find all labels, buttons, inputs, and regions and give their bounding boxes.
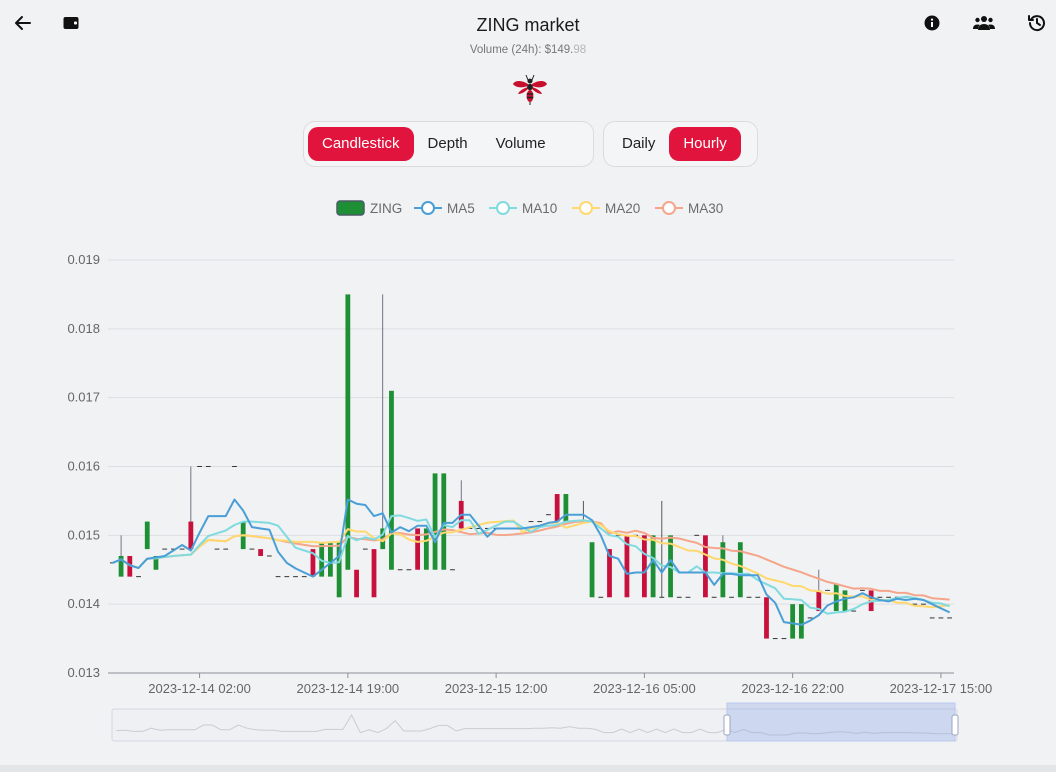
x-tick-label: 2023-12-14 02:00 <box>148 681 251 696</box>
legend-label-ma5: MA5 <box>447 200 475 216</box>
y-tick-label: 0.013 <box>67 665 100 680</box>
y-tick-label: 0.019 <box>67 252 100 267</box>
y-tick-label: 0.016 <box>67 459 100 474</box>
x-tick-label: 2023-12-14 19:00 <box>297 681 400 696</box>
legend-label-zing: ZING <box>370 200 403 216</box>
users-button[interactable] <box>971 10 997 36</box>
volume-label: Volume (24h): $149. <box>469 44 574 56</box>
legend-item-ma30[interactable]: MA30 <box>655 198 723 218</box>
info-icon <box>924 15 940 31</box>
x-axis: 2023-12-14 02:00 2023-12-14 19:00 2023-12-… <box>148 673 992 696</box>
candlestick-chart[interactable]: 0.013 0.014 0.015 0.016 0.017 0.018 0.019 2023… <box>0 240 1056 760</box>
candle-body <box>432 473 438 570</box>
zoom-selection <box>726 702 956 742</box>
y-tick-label: 0.017 <box>67 390 100 405</box>
candle-body <box>441 473 447 570</box>
candle-body <box>258 549 264 556</box>
info-button[interactable] <box>919 10 945 36</box>
wasp-logo-icon <box>512 74 548 106</box>
tab-volume[interactable]: Volume <box>482 127 560 161</box>
candle-body <box>842 590 848 612</box>
legend-item-ma20[interactable]: MA20 <box>572 198 640 218</box>
legend-label-ma20: MA20 <box>605 200 641 216</box>
history-icon <box>1028 15 1045 32</box>
candle-body <box>389 390 394 570</box>
ma10-line <box>112 514 950 615</box>
ma30-line <box>112 520 950 601</box>
candle-body <box>563 494 569 522</box>
legend-label-ma30: MA30 <box>688 200 724 216</box>
tab-hourly[interactable]: Hourly <box>669 127 741 161</box>
legend-swatch-ma20 <box>572 201 600 215</box>
y-tick-label: 0.015 <box>67 527 100 542</box>
legend-swatch-ma30 <box>655 201 683 215</box>
candle-body <box>144 521 150 550</box>
candle-body <box>589 542 595 598</box>
y-tick-label: 0.018 <box>67 321 100 336</box>
history-button[interactable] <box>1024 10 1050 36</box>
legend-item-ma10[interactable]: MA10 <box>489 198 557 218</box>
tab-candlestick[interactable]: Candlestick <box>308 127 414 161</box>
y-tick-label: 0.014 <box>67 596 100 611</box>
y-axis-ticks: 0.013 0.014 0.015 0.016 0.017 0.018 0.019 <box>67 252 100 680</box>
page-title: ZING market <box>476 15 580 35</box>
candle-body <box>650 535 656 598</box>
legend-swatch-ma5 <box>414 201 442 215</box>
interval-tabs: Daily Hourly <box>603 121 758 167</box>
bottom-strip <box>0 765 1056 772</box>
chart-type-tabs: Candlestick Depth Volume <box>303 121 594 167</box>
candle-body <box>641 535 647 598</box>
ma20-line <box>112 519 950 609</box>
x-tick-label: 2023-12-16 05:00 <box>593 681 696 696</box>
tab-depth[interactable]: Depth <box>414 127 482 161</box>
zoom-handle-left <box>723 714 731 736</box>
top-bar: ZING market Volume (24h): $149.98 <box>0 0 1056 60</box>
legend-swatch-ma10 <box>489 201 517 215</box>
candle-body <box>328 542 333 577</box>
zoom-slider[interactable] <box>111 702 959 742</box>
candle-body <box>371 549 377 598</box>
x-tick-label: 2023-12-15 12:00 <box>445 681 548 696</box>
legend-swatch-zing <box>336 200 365 216</box>
candle-body <box>703 535 708 598</box>
tab-daily[interactable]: Daily <box>608 127 669 161</box>
legend-item-ma5[interactable]: MA5 <box>414 198 475 218</box>
candle-body <box>720 542 726 598</box>
candle-body <box>790 604 796 639</box>
candle-body <box>554 494 560 522</box>
ma5-line <box>112 498 951 626</box>
candle-body <box>354 569 359 598</box>
candle-body <box>764 597 769 639</box>
zoom-handle-right <box>951 714 959 736</box>
volume-24h: Volume (24h): $149.98 <box>0 44 1056 56</box>
legend-item-zing[interactable]: ZING <box>336 198 402 218</box>
legend-label-ma10: MA10 <box>522 200 558 216</box>
candle-body <box>798 604 804 639</box>
users-icon <box>973 16 995 30</box>
x-tick-label: 2023-12-16 22:00 <box>741 681 844 696</box>
candle-body <box>833 583 839 612</box>
x-tick-label: 2023-12-17 15:00 <box>890 681 993 696</box>
moving-average-lines <box>112 498 951 626</box>
volume-cents: 98 <box>573 44 587 56</box>
chart-legend: ZING MA5 MA10 MA20 MA30 <box>0 198 1056 218</box>
